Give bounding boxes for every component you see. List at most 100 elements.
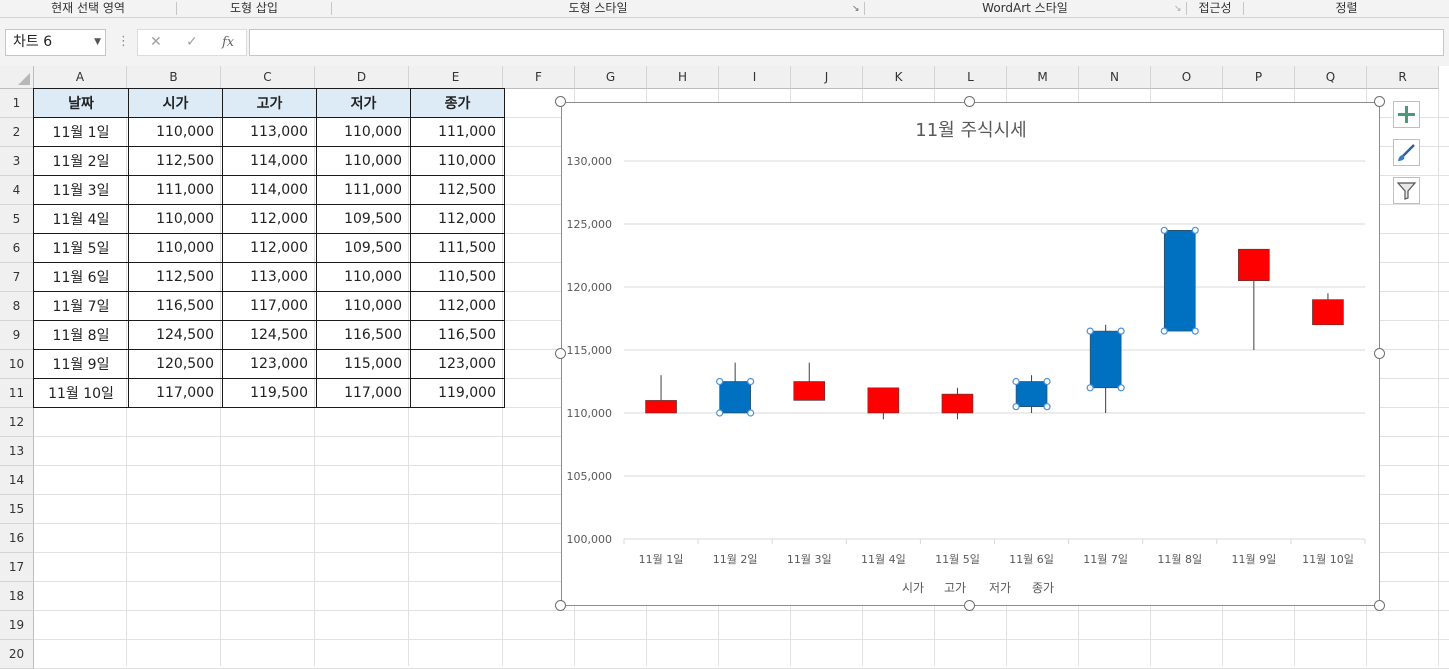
- price-cell[interactable]: 113,000: [222, 262, 317, 292]
- price-cell[interactable]: 109,500: [316, 233, 411, 263]
- candle-down-bar[interactable]: [1089, 330, 1122, 389]
- candle-up-bar[interactable]: [1238, 248, 1270, 281]
- row-header-10[interactable]: 10: [0, 350, 34, 379]
- series-selection-handle[interactable]: [1012, 377, 1020, 386]
- row-header-4[interactable]: 4: [0, 176, 34, 205]
- price-cell[interactable]: 112,000: [410, 204, 505, 234]
- chart-filters-button[interactable]: [1393, 177, 1420, 204]
- column-header-c[interactable]: C: [221, 66, 315, 89]
- row-header-16[interactable]: 16: [0, 524, 34, 553]
- stock-data-table[interactable]: 날짜 시가 고가 저가 종가 11월 1일 110,000 113,000 110,0…: [33, 88, 505, 408]
- legend-entry[interactable]: 종가: [1032, 581, 1054, 595]
- candle-up-bar[interactable]: [793, 381, 826, 401]
- series-selection-handle[interactable]: [1086, 327, 1094, 335]
- header-date[interactable]: 날짜: [33, 88, 129, 118]
- price-cell[interactable]: 112,500: [128, 146, 223, 176]
- price-cell[interactable]: 110,000: [316, 262, 411, 292]
- price-cell[interactable]: 111,000: [128, 175, 223, 205]
- row-header-2[interactable]: 2: [0, 118, 34, 147]
- row-header-15[interactable]: 15: [0, 495, 34, 524]
- row-header-3[interactable]: 3: [0, 147, 34, 176]
- name-box[interactable]: 차트 6 ▼: [5, 29, 106, 56]
- series-selection-handle[interactable]: [716, 409, 724, 417]
- row-header-6[interactable]: 6: [0, 234, 34, 263]
- date-cell[interactable]: 11월 10일: [33, 378, 129, 408]
- resize-handle-top-right[interactable]: [1374, 96, 1385, 107]
- date-cell[interactable]: 11월 1일: [33, 117, 129, 147]
- header-high[interactable]: 고가: [222, 88, 317, 118]
- row-header-11[interactable]: 11: [0, 379, 34, 408]
- candle-down-bar[interactable]: [719, 381, 751, 414]
- row-header-19[interactable]: 19: [0, 611, 34, 640]
- price-cell[interactable]: 124,500: [128, 320, 223, 350]
- price-cell[interactable]: 112,000: [222, 204, 317, 234]
- candle-up-bar[interactable]: [645, 400, 677, 414]
- column-header-k[interactable]: K: [863, 66, 935, 89]
- price-cell[interactable]: 110,000: [316, 146, 411, 176]
- series-selection-handle[interactable]: [1117, 384, 1125, 392]
- price-cell[interactable]: 113,000: [222, 117, 317, 147]
- candle-down-bar[interactable]: [1015, 381, 1048, 408]
- price-cell[interactable]: 110,000: [128, 204, 223, 234]
- header-low[interactable]: 저가: [316, 88, 411, 118]
- legend-entry[interactable]: 고가: [944, 581, 966, 595]
- price-cell[interactable]: 110,000: [128, 233, 223, 263]
- more-options-icon[interactable]: ⋮: [117, 34, 130, 49]
- candle-up-bar[interactable]: [1312, 299, 1344, 326]
- series-selection-handle[interactable]: [1160, 327, 1168, 335]
- price-cell[interactable]: 116,500: [316, 320, 411, 350]
- column-header-o[interactable]: O: [1151, 66, 1223, 89]
- row-header-5[interactable]: 5: [0, 205, 34, 234]
- column-header-f[interactable]: F: [503, 66, 575, 89]
- resize-handle-right[interactable]: [1374, 348, 1385, 359]
- column-header-n[interactable]: N: [1079, 66, 1151, 89]
- price-cell[interactable]: 110,000: [128, 117, 223, 147]
- formula-input[interactable]: [249, 29, 1444, 56]
- price-cell[interactable]: 117,000: [222, 291, 317, 321]
- row-header-1[interactable]: 1: [0, 89, 34, 118]
- column-header-a[interactable]: A: [34, 66, 127, 89]
- chart-title[interactable]: 11월 주식시세: [915, 120, 1026, 141]
- candlestick-chart[interactable]: 11월 주식시세 100,000 105,000 110,000 115,000 120…: [561, 102, 1380, 606]
- price-cell[interactable]: 111,000: [410, 117, 505, 147]
- column-header-q[interactable]: Q: [1295, 66, 1367, 89]
- row-header-20[interactable]: 20: [0, 640, 34, 669]
- price-cell[interactable]: 112,000: [410, 291, 505, 321]
- price-cell[interactable]: 123,000: [222, 349, 317, 379]
- column-header-j[interactable]: J: [791, 66, 863, 89]
- column-header-p[interactable]: P: [1223, 66, 1295, 89]
- price-cell[interactable]: 110,500: [410, 262, 505, 292]
- row-header-9[interactable]: 9: [0, 321, 34, 350]
- column-header-b[interactable]: B: [127, 66, 221, 89]
- candle-up-bar[interactable]: [867, 387, 900, 414]
- resize-handle-bottom[interactable]: [964, 600, 975, 611]
- column-header-e[interactable]: E: [409, 66, 503, 89]
- date-cell[interactable]: 11월 5일: [33, 233, 129, 263]
- resize-handle-left[interactable]: [555, 348, 566, 359]
- legend-entry[interactable]: 저가: [989, 581, 1011, 595]
- price-cell[interactable]: 115,000: [316, 349, 411, 379]
- column-header-m[interactable]: M: [1007, 66, 1079, 89]
- row-header-12[interactable]: 12: [0, 408, 34, 437]
- price-cell[interactable]: 110,000: [410, 146, 505, 176]
- candle-down-bar[interactable]: [1163, 230, 1196, 332]
- price-cell[interactable]: 116,500: [128, 291, 223, 321]
- chevron-down-icon[interactable]: ▼: [94, 30, 101, 55]
- resize-handle-top-left[interactable]: [555, 96, 566, 107]
- candle-up-bar[interactable]: [941, 393, 974, 414]
- date-cell[interactable]: 11월 4일: [33, 204, 129, 234]
- row-header-7[interactable]: 7: [0, 263, 34, 292]
- row-header-8[interactable]: 8: [0, 292, 34, 321]
- enter-icon[interactable]: ✓: [186, 30, 198, 55]
- series-selection-handle[interactable]: [747, 409, 755, 417]
- column-header-h[interactable]: H: [647, 66, 719, 89]
- series-selection-handle[interactable]: [1191, 226, 1199, 234]
- date-cell[interactable]: 11월 6일: [33, 262, 129, 292]
- price-cell[interactable]: 110,000: [316, 291, 411, 321]
- price-cell[interactable]: 109,500: [316, 204, 411, 234]
- price-cell[interactable]: 114,000: [222, 146, 317, 176]
- series-selection-handle[interactable]: [1043, 403, 1051, 411]
- date-cell[interactable]: 11월 3일: [33, 175, 129, 205]
- column-header-d[interactable]: D: [315, 66, 409, 89]
- price-cell[interactable]: 116,500: [410, 320, 505, 350]
